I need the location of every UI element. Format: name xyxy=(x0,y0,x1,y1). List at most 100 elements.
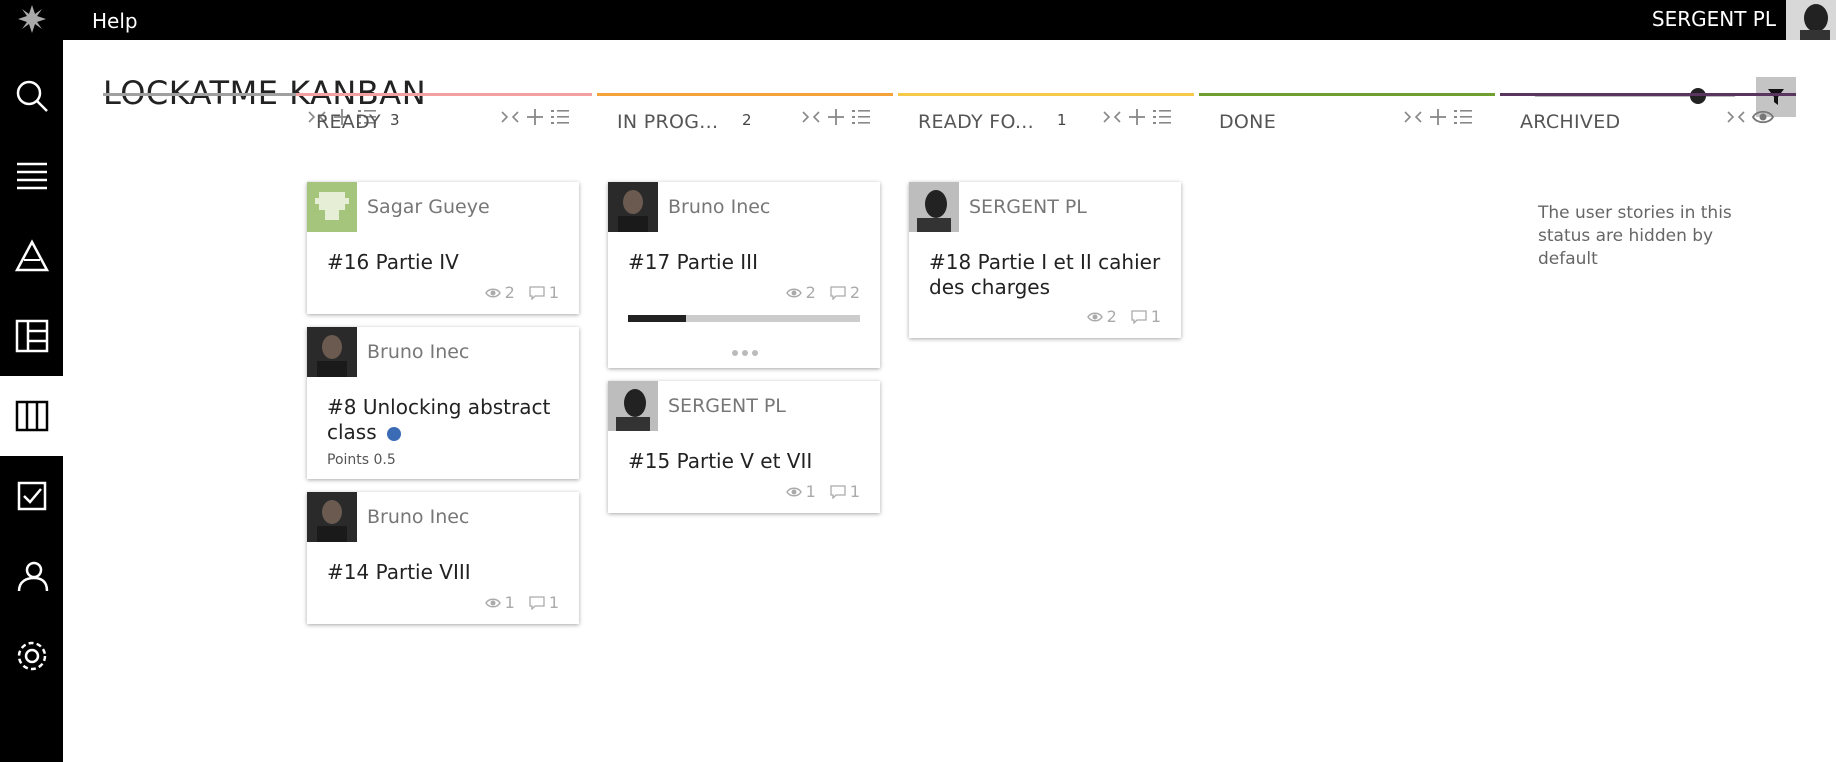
logo-icon[interactable] xyxy=(16,3,48,35)
bulk-list-icon[interactable] xyxy=(851,108,871,126)
gear-icon xyxy=(17,641,46,671)
watchers-icon xyxy=(484,288,501,297)
column-count: 2 xyxy=(742,111,752,129)
help-link[interactable]: Help xyxy=(92,9,138,33)
column-header: IN PROG... 2 xyxy=(597,96,893,140)
story-meta: 1 1 xyxy=(484,593,559,612)
top-bar: Help SERGENT PL xyxy=(0,0,1836,40)
sidebar-item-kanban[interactable] xyxy=(0,376,63,456)
comment-icon xyxy=(1131,309,1147,324)
sidebar-item-backlog[interactable] xyxy=(0,136,63,216)
sidebar-item-issues[interactable] xyxy=(0,456,63,536)
watchers-icon xyxy=(484,598,501,607)
add-icon[interactable] xyxy=(827,108,845,126)
fold-icon[interactable] xyxy=(1102,108,1122,126)
watchers-icon xyxy=(785,288,802,297)
fold-icon[interactable] xyxy=(1403,108,1423,126)
archived-hidden-note: The user stories in this status are hidd… xyxy=(1538,203,1732,269)
column-done: DONE xyxy=(1199,93,1495,140)
column-header: DONE xyxy=(1199,96,1495,140)
watchers-count: 2 xyxy=(805,283,816,302)
column-actions xyxy=(1102,108,1172,126)
sidebar-item-sprints[interactable] xyxy=(0,296,63,376)
comment-icon xyxy=(830,484,846,499)
assignee-name: Bruno Inec xyxy=(367,341,470,363)
column-ready: READY 3 xyxy=(296,93,592,140)
column-title: ARCHIVED xyxy=(1520,111,1621,133)
assignee-name: Sagar Gueye xyxy=(367,196,490,218)
eye-icon[interactable] xyxy=(1752,108,1774,126)
list-icon xyxy=(16,162,47,190)
story-card[interactable]: SERGENT PL #18 Partie I et II cahier des… xyxy=(909,182,1181,338)
more-tasks-icon[interactable] xyxy=(732,350,758,356)
watchers-icon xyxy=(785,487,802,496)
story-meta: 1 1 xyxy=(785,482,860,501)
task-progress-bar xyxy=(628,315,860,322)
story-card[interactable]: Bruno Inec #14 Partie VIII 1 1 xyxy=(307,492,579,624)
add-icon[interactable] xyxy=(1128,108,1146,126)
story-title[interactable]: #8 Unlocking abstract class xyxy=(327,395,567,445)
assignee-avatar xyxy=(307,327,357,377)
task-progress-fill xyxy=(628,315,686,322)
comment-icon xyxy=(529,595,545,610)
sidebar-item-team[interactable] xyxy=(0,536,63,616)
column-actions xyxy=(801,108,871,126)
column-header: READY FO... 1 xyxy=(898,96,1194,140)
story-meta: 2 1 xyxy=(484,283,559,302)
story-title[interactable]: #15 Partie V et VII xyxy=(628,449,868,474)
watchers-icon xyxy=(1086,312,1103,321)
sidebar-item-epics[interactable] xyxy=(0,216,63,296)
column-header: READY 3 xyxy=(296,96,592,140)
bulk-list-icon[interactable] xyxy=(550,108,570,126)
comments-count: 2 xyxy=(849,283,860,302)
user-name[interactable]: SERGENT PL xyxy=(1652,7,1776,31)
column-title: READY xyxy=(316,111,381,133)
column-ready-for-test: READY FO... 1 xyxy=(898,93,1194,140)
sprint-board-icon xyxy=(15,319,48,353)
bulk-list-icon[interactable] xyxy=(1152,108,1172,126)
column-in-progress: IN PROG... 2 xyxy=(597,93,893,140)
fold-icon[interactable] xyxy=(500,108,520,126)
search-icon xyxy=(16,80,48,112)
assignee-avatar xyxy=(307,182,357,232)
assignee-avatar xyxy=(307,492,357,542)
comments-count: 1 xyxy=(548,593,559,612)
comments-count: 1 xyxy=(548,283,559,302)
add-icon[interactable] xyxy=(1429,108,1447,126)
user-avatar[interactable] xyxy=(1786,0,1836,40)
story-title-text[interactable]: #8 Unlocking abstract class xyxy=(327,395,550,444)
watchers-count: 1 xyxy=(805,482,816,501)
assignee-name: Bruno Inec xyxy=(367,506,470,528)
column-actions xyxy=(500,108,570,126)
sidebar xyxy=(0,40,63,762)
story-title[interactable]: #17 Partie III xyxy=(628,250,868,275)
watchers-count: 2 xyxy=(1106,307,1117,326)
add-icon[interactable] xyxy=(526,108,544,126)
story-title[interactable]: #14 Partie VIII xyxy=(327,560,567,585)
comment-icon xyxy=(830,285,846,300)
story-title[interactable]: #18 Partie I et II cahier des charges xyxy=(929,250,1169,300)
kanban-icon xyxy=(15,400,48,432)
status-dot xyxy=(386,426,401,441)
sidebar-item-search[interactable] xyxy=(0,56,63,136)
story-title[interactable]: #16 Partie IV xyxy=(327,250,567,275)
comment-icon xyxy=(529,285,545,300)
sidebar-item-settings[interactable] xyxy=(0,616,63,696)
bulk-list-icon[interactable] xyxy=(1453,108,1473,126)
assignee-name: SERGENT PL xyxy=(969,196,1087,218)
column-actions xyxy=(1726,108,1774,126)
story-meta: 2 2 xyxy=(785,283,860,302)
assignee-avatar xyxy=(608,182,658,232)
story-card[interactable]: SERGENT PL #15 Partie V et VII 1 1 xyxy=(608,381,880,513)
column-header: ARCHIVED xyxy=(1500,96,1796,140)
fold-icon[interactable] xyxy=(801,108,821,126)
team-icon xyxy=(17,561,48,592)
watchers-count: 2 xyxy=(504,283,515,302)
story-card[interactable]: Bruno Inec #8 Unlocking abstract class P… xyxy=(307,327,579,479)
column-count: 3 xyxy=(390,111,400,129)
story-card[interactable]: Sagar Gueye #16 Partie IV 2 1 xyxy=(307,182,579,314)
fold-icon[interactable] xyxy=(1726,108,1746,126)
column-title: IN PROG... xyxy=(617,111,719,133)
checklist-icon xyxy=(17,481,46,511)
story-card[interactable]: Bruno Inec #17 Partie III 2 2 xyxy=(608,182,880,368)
